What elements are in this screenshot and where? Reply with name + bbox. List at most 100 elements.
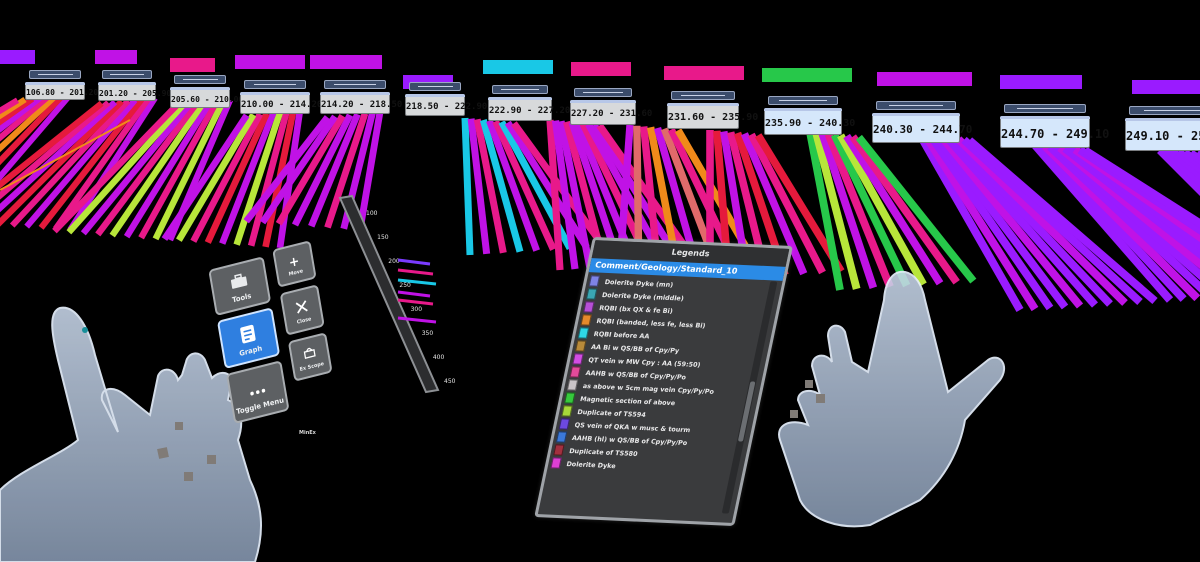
minex-logo: MinEx: [299, 430, 316, 436]
depth-range-tag[interactable]: 222.90 - 227.20: [488, 97, 570, 121]
right-hand-model: [778, 270, 1006, 528]
legend-item-label: Duplicate of TS580: [568, 446, 639, 458]
core-bar: [461, 117, 474, 256]
ex-scope-button[interactable]: Ex Scope: [287, 332, 333, 382]
graph-label: Graph: [238, 344, 263, 358]
legend-swatch: [580, 314, 592, 326]
legend-list: Dolerite Dyke (mn) Dolerite Dyke (middle)…: [547, 272, 782, 478]
scope-icon: [303, 347, 316, 359]
depth-range-tag-cap: [570, 100, 636, 103]
legend-swatch: [553, 444, 565, 456]
core-top-segment: [664, 66, 744, 80]
depth-range-tag[interactable]: 201.20 - 205.90: [98, 82, 171, 101]
hole-id-plate[interactable]: [1129, 106, 1200, 115]
legend-swatch: [569, 366, 581, 378]
hole-id-plate[interactable]: [174, 75, 226, 84]
depth-tick-label: 350: [422, 330, 434, 337]
hole-id-plate[interactable]: [102, 70, 152, 79]
legend-swatch: [572, 353, 584, 365]
depth-range-text: 235.90 - 240.30: [765, 118, 856, 129]
close-button[interactable]: Close: [279, 284, 325, 336]
hole-id-plate[interactable]: [671, 91, 735, 100]
hole-id-plate[interactable]: [324, 80, 386, 89]
legend-swatch: [577, 327, 590, 339]
depth-range-text: 227.20 - 231.60: [571, 109, 653, 119]
depth-range-tag[interactable]: 210.00 - 214.20: [240, 92, 322, 114]
mini-graph-bar: [397, 268, 434, 276]
move-label: Move: [288, 268, 304, 278]
depth-range-text: 214.20 - 218.50: [321, 100, 403, 110]
depth-range-tag-cap: [764, 108, 842, 111]
core-top-segment: [762, 68, 852, 82]
legend-item-label: RQBI (bx QX & fe Bi): [598, 303, 674, 315]
legend-item-label: Dolerite Dyke (middle): [601, 290, 685, 303]
legend-swatch: [564, 392, 576, 404]
depth-range-text: 205.60 - 210.00: [171, 95, 244, 104]
depth-range-tag[interactable]: 235.90 - 240.30: [764, 108, 855, 135]
legend-item-label: RQBI before AA: [593, 329, 651, 340]
depth-range-tag[interactable]: 106.80 - 201.20: [25, 82, 98, 100]
ellipsis-icon: [250, 388, 266, 396]
legend-item-label: Dolerite Dyke: [565, 459, 617, 470]
hole-id-plate[interactable]: [492, 85, 548, 94]
legend-swatch: [566, 379, 579, 391]
hole-id-plate[interactable]: [244, 80, 306, 89]
mini-graph-bar: [397, 290, 431, 298]
core-top-segment: [483, 60, 553, 74]
hole-id-plate[interactable]: [574, 88, 632, 97]
depth-range-tag[interactable]: 231.60 - 235.90: [667, 103, 758, 129]
legend-swatch: [550, 457, 562, 469]
depth-range-tag-cap: [872, 113, 960, 116]
depth-range-tag[interactable]: 240.30 - 244.70: [872, 113, 972, 143]
ex-scope-label: Ex Scope: [299, 360, 325, 374]
depth-range-tag-cap: [667, 103, 739, 106]
depth-range-tag[interactable]: 244.70 - 249.10: [1000, 116, 1109, 148]
hole-id-plate[interactable]: [29, 70, 81, 79]
tools-button[interactable]: Tools: [208, 256, 272, 317]
core-top-segment: [0, 50, 35, 64]
depth-range-text: 222.90 - 227.20: [489, 106, 571, 116]
legend-swatch: [558, 418, 570, 430]
depth-range-text: 244.70 - 249.10: [1001, 127, 1110, 141]
depth-range-tag-cap: [320, 92, 390, 95]
toggle-menu-label: Toggle Menu: [235, 396, 285, 417]
depth-tick-label: 150: [377, 234, 389, 241]
depth-range-text: 210.00 - 214.20: [241, 100, 323, 110]
legend-swatch: [555, 431, 568, 443]
depth-range-tag[interactable]: 214.20 - 218.50: [320, 92, 402, 114]
depth-range-tag[interactable]: 218.50 - 222.90: [405, 94, 487, 116]
close-label: Close: [296, 316, 312, 326]
depth-range-tag-cap: [25, 82, 85, 85]
depth-range-tag-cap: [1125, 118, 1200, 121]
hole-id-plate[interactable]: [768, 96, 838, 105]
legend-swatch: [575, 340, 587, 352]
core-top-segment: [877, 72, 972, 86]
move-button[interactable]: Move: [272, 240, 317, 288]
legend-item-label: Duplicate of TS594: [576, 407, 647, 419]
hole-id-plate[interactable]: [1004, 104, 1086, 113]
legend-swatch: [561, 405, 573, 417]
toolbox-icon: [230, 273, 248, 289]
legend-swatch: [583, 301, 595, 313]
legend-swatch: [585, 288, 598, 300]
depth-range-tag-cap: [488, 97, 552, 100]
toggle-menu-button[interactable]: Toggle Menu: [225, 360, 290, 425]
core-top-segment: [1000, 75, 1082, 89]
depth-range-tag-cap: [170, 87, 230, 90]
tools-label: Tools: [231, 291, 252, 305]
depth-range-tag[interactable]: 227.20 - 231.60: [570, 100, 652, 125]
mini-graph-bar: [397, 258, 431, 266]
depth-tick-label: 100: [366, 210, 378, 217]
close-icon: [295, 300, 308, 314]
graph-button[interactable]: Graph: [216, 307, 281, 370]
depth-range-tag[interactable]: 249.10 - 253.50: [1125, 118, 1200, 151]
depth-range-tag[interactable]: 205.60 - 210.00: [170, 87, 243, 108]
depth-range-tag-cap: [240, 92, 310, 95]
minex-logo-text: MinEx: [299, 430, 316, 436]
hole-id-plate[interactable]: [876, 101, 956, 110]
depth-range-text: 249.10 - 253.50: [1126, 129, 1200, 143]
depth-range-tag-cap: [98, 82, 156, 85]
depth-range-tag-cap: [405, 94, 465, 97]
depth-range-text: 201.20 - 205.90: [99, 89, 172, 98]
hole-id-plate[interactable]: [409, 82, 461, 91]
